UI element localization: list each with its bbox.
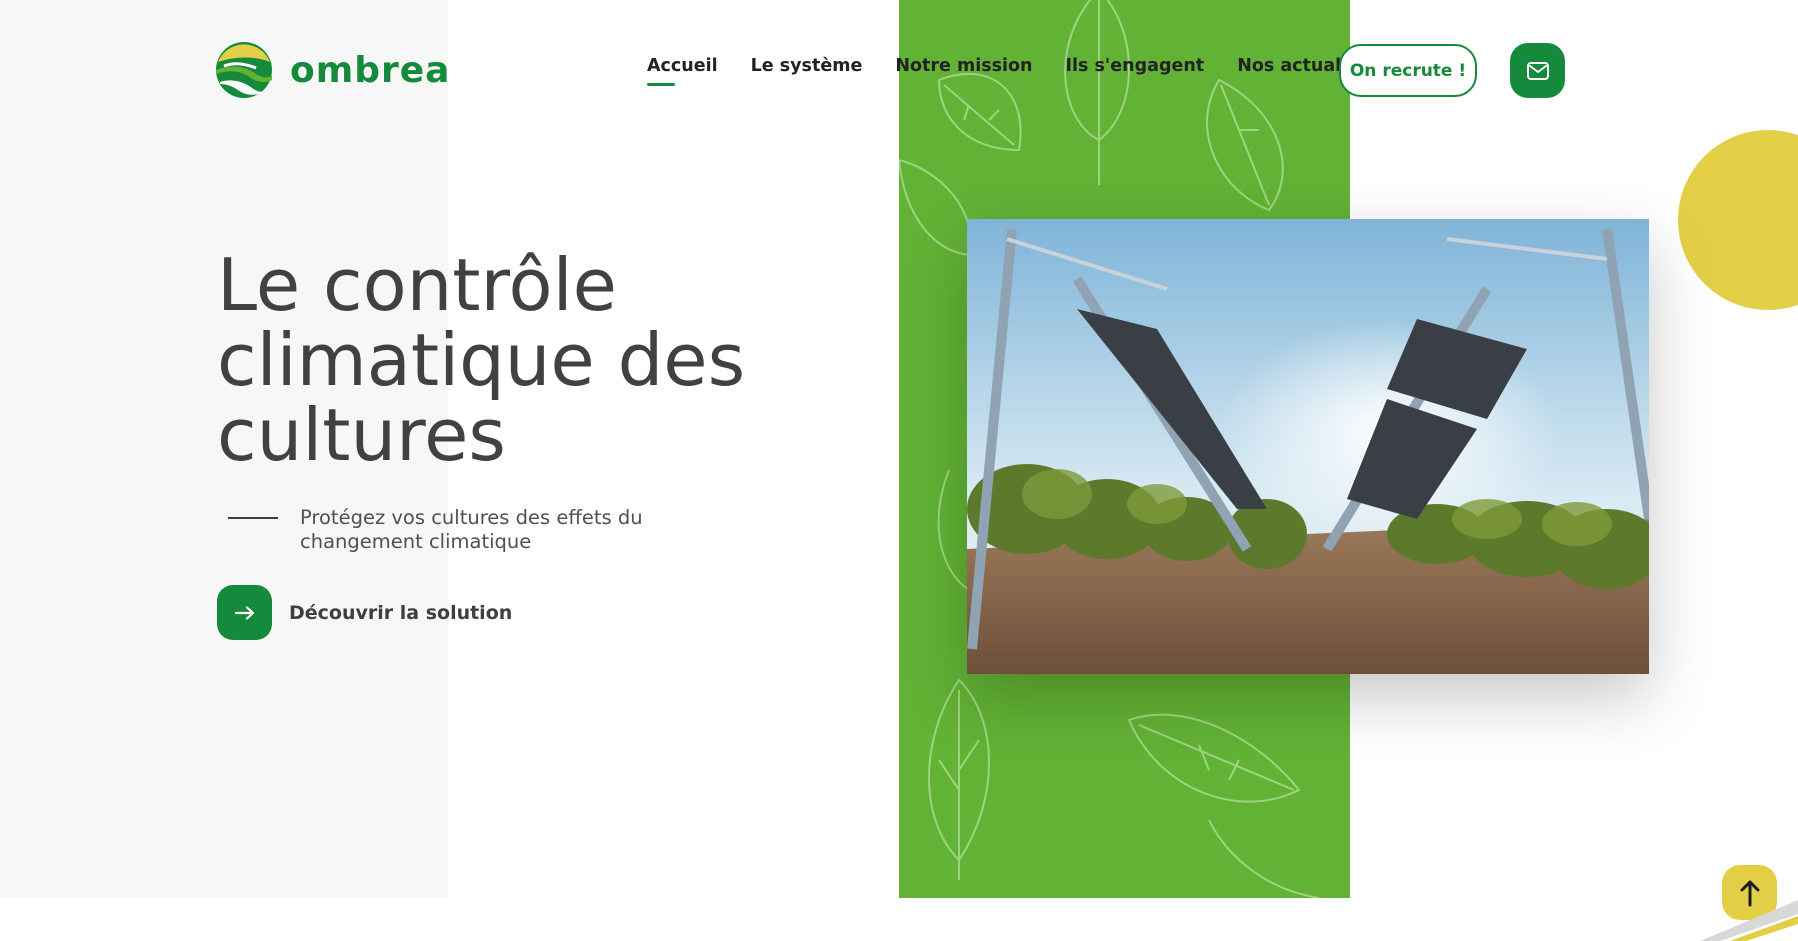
nav-item-ils-sengagent[interactable]: Ils s'engagent — [1066, 56, 1205, 76]
vineyard-shade-structure-image — [967, 219, 1649, 674]
main-nav: Accueil Le système Notre mission Ils s'e… — [647, 56, 1411, 86]
hero-subtitle-line: changement climatique — [300, 530, 532, 553]
hero-vineyard-photo — [967, 219, 1649, 674]
discover-solution-label: Découvrir la solution — [289, 601, 513, 624]
mail-icon — [1526, 61, 1549, 80]
discover-solution-button[interactable] — [217, 585, 272, 640]
hero-title-line: climatique des — [217, 318, 746, 402]
corner-decoration — [1700, 900, 1798, 941]
recruit-button[interactable]: On recrute ! — [1339, 44, 1477, 97]
discover-solution-link[interactable]: Découvrir la solution — [217, 585, 512, 640]
contact-button[interactable] — [1510, 43, 1565, 98]
hero-title-line: cultures — [217, 393, 506, 477]
hero-title-line: Le contrôle — [217, 243, 617, 327]
decorative-yellow-circle — [1678, 130, 1798, 310]
nav-item-le-systeme[interactable]: Le système — [751, 56, 863, 76]
ombrea-logo-icon — [216, 42, 272, 98]
nav-item-notre-mission[interactable]: Notre mission — [895, 56, 1032, 76]
hero-subtitle: Protégez vos cultures des effets du chan… — [300, 506, 680, 554]
brand-logo[interactable]: ombrea — [216, 42, 450, 98]
hero-title: Le contrôle climatique des cultures — [217, 248, 777, 473]
brand-name: ombrea — [290, 49, 451, 91]
arrow-right-icon — [234, 605, 254, 620]
hero-subtitle-line: Protégez vos cultures des effets du — [300, 506, 643, 529]
subtitle-divider — [228, 517, 278, 519]
nav-item-accueil[interactable]: Accueil — [647, 56, 718, 86]
